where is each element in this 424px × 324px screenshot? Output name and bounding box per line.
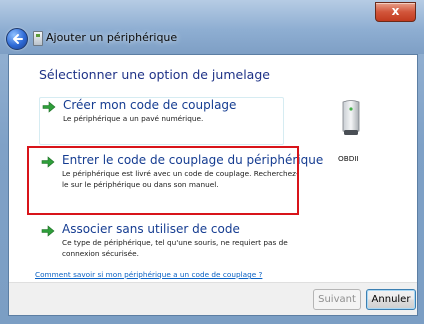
page-heading: Sélectionner une option de jumelage <box>39 67 270 82</box>
close-button[interactable]: x <box>375 2 416 22</box>
device-name: OBDII <box>338 154 359 163</box>
wizard-window: x Ajouter un périphérique Sélectionner u… <box>0 0 424 324</box>
red-highlight-box <box>27 146 299 215</box>
green-arrow-icon <box>41 225 55 237</box>
back-arrow-icon <box>13 34 23 44</box>
option-no-code[interactable]: Associer sans utiliser de code Ce type d… <box>39 222 288 272</box>
window-title: Ajouter un périphérique <box>46 31 178 44</box>
option-create-code[interactable]: Créer mon code de couplage Le périphériq… <box>39 97 284 145</box>
option-title: Associer sans utiliser de code <box>62 222 240 236</box>
cancel-button[interactable]: Annuler <box>366 289 416 310</box>
navigation-bar: Ajouter un périphérique <box>0 22 424 54</box>
next-button[interactable]: Suivant <box>313 289 361 310</box>
device-wizard-icon <box>33 31 43 46</box>
green-arrow-icon <box>42 101 56 113</box>
option-description: Le périphérique a un pavé numérique. <box>63 114 204 123</box>
back-button[interactable] <box>6 28 28 50</box>
option-description: Ce type de périphérique, tel qu'une sour… <box>62 238 288 258</box>
option-title: Créer mon code de couplage <box>63 98 237 112</box>
wizard-footer: Suivant Annuler <box>9 282 417 315</box>
help-link[interactable]: Comment savoir si mon périphérique a un … <box>35 270 262 279</box>
tower-device-icon <box>342 100 360 135</box>
wizard-content: Sélectionner une option de jumelage Crée… <box>8 54 418 316</box>
